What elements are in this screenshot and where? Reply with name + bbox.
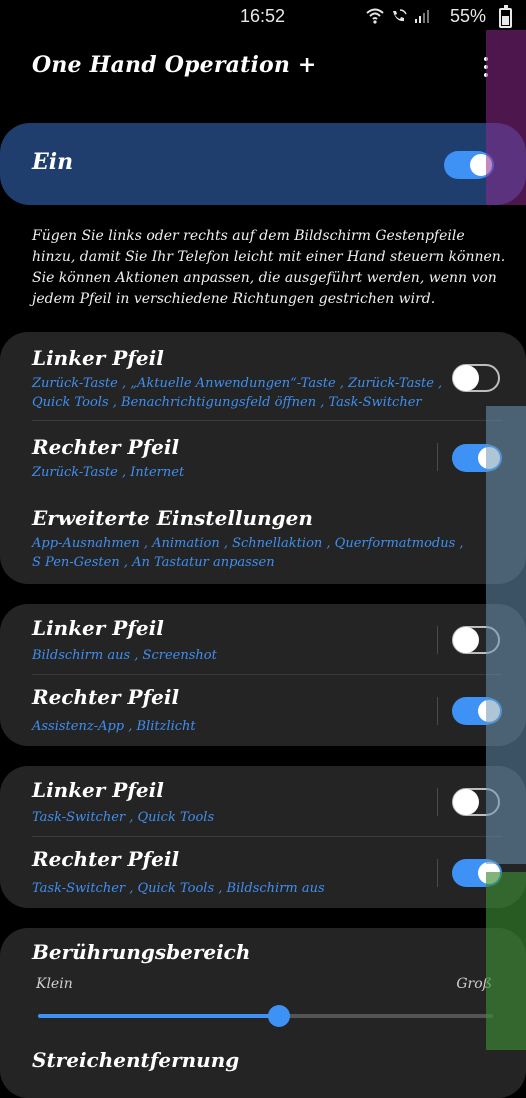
status-time: 16:52 — [240, 6, 286, 26]
left-arrow-toggle-1[interactable] — [452, 364, 500, 392]
left-arrow-actions: Task-Switcher , Quick Tools — [32, 810, 215, 825]
battery-percentage: 55% — [449, 6, 486, 26]
battery-icon — [499, 5, 512, 28]
touch-area-slider[interactable] — [38, 1005, 493, 1027]
master-switch-bar[interactable]: Ein — [0, 123, 526, 205]
left-arrow-title: Linker Pfeil — [32, 346, 164, 370]
left-arrow-row-2[interactable]: Linker Pfeil Bildschirm aus , Screenshot — [0, 604, 526, 674]
description-line-1: Fügen Sie links oder rechts auf dem Bild… — [32, 228, 506, 265]
left-arrow-title: Linker Pfeil — [32, 778, 164, 802]
right-arrow-row-2[interactable]: Rechter Pfeil Assistenz-App , Blitzlicht — [0, 675, 526, 746]
gesture-card-1: Linker Pfeil Zurück-Taste , „Aktuelle An… — [0, 332, 526, 584]
swipe-distance-title: Streichentfernung — [32, 1048, 240, 1072]
left-arrow-row-3[interactable]: Linker Pfeil Task-Switcher , Quick Tools — [0, 766, 526, 836]
gesture-card-3: Linker Pfeil Task-Switcher , Quick Tools… — [0, 766, 526, 908]
status-bar: 16:52 55% — [0, 0, 526, 34]
touch-area-min-label: Klein — [36, 976, 73, 992]
right-arrow-actions: Zurück-Taste , Internet — [32, 465, 185, 480]
touch-area-title: Berührungsbereich — [32, 940, 251, 964]
master-switch-label: Ein — [32, 149, 74, 175]
left-arrow-title: Linker Pfeil — [32, 616, 164, 640]
gesture-handle-bottom[interactable] — [486, 872, 526, 1050]
left-arrow-actions: Zurück-Taste , „Aktuelle Anwendungen“-Ta… — [32, 376, 443, 410]
advanced-settings-row[interactable]: Erweiterte Einstellungen App-Ausnahmen ,… — [0, 502, 526, 584]
advanced-settings-summary: App-Ausnahmen , Animation , Schnellaktio… — [32, 536, 464, 570]
wifi-call-icon — [393, 9, 407, 22]
right-arrow-actions: Assistenz-App , Blitzlicht — [32, 719, 196, 734]
page-title: One Hand Operation + — [32, 52, 317, 78]
left-arrow-actions: Bildschirm aus , Screenshot — [32, 648, 217, 663]
touch-area-slider-thumb[interactable] — [268, 1005, 290, 1027]
left-arrow-row-1[interactable]: Linker Pfeil Zurück-Taste , „Aktuelle An… — [0, 332, 526, 420]
advanced-settings-title: Erweiterte Einstellungen — [32, 506, 313, 530]
right-arrow-title: Rechter Pfeil — [32, 847, 180, 871]
right-arrow-actions: Task-Switcher , Quick Tools , Bildschirm… — [32, 881, 325, 896]
right-arrow-title: Rechter Pfeil — [32, 435, 180, 459]
touch-area-slider-fill — [38, 1014, 279, 1018]
description: Fügen Sie links oder rechts auf dem Bild… — [32, 226, 512, 310]
right-arrow-title: Rechter Pfeil — [32, 685, 180, 709]
gesture-card-2: Linker Pfeil Bildschirm aus , Screenshot… — [0, 604, 526, 746]
slider-card: Berührungsbereich Klein Groß Streichentf… — [0, 928, 526, 1098]
description-line-2: Sie können Aktionen anpassen, die ausgef… — [32, 270, 497, 307]
gesture-handle-top[interactable] — [486, 30, 526, 205]
right-arrow-row-1[interactable]: Rechter Pfeil Zurück-Taste , Internet — [0, 421, 526, 501]
gesture-handle-middle[interactable] — [486, 406, 526, 864]
master-toggle[interactable] — [444, 151, 494, 179]
right-arrow-row-3[interactable]: Rechter Pfeil Task-Switcher , Quick Tool… — [0, 837, 526, 908]
wifi-icon — [366, 8, 384, 24]
signal-icon — [415, 10, 429, 23]
